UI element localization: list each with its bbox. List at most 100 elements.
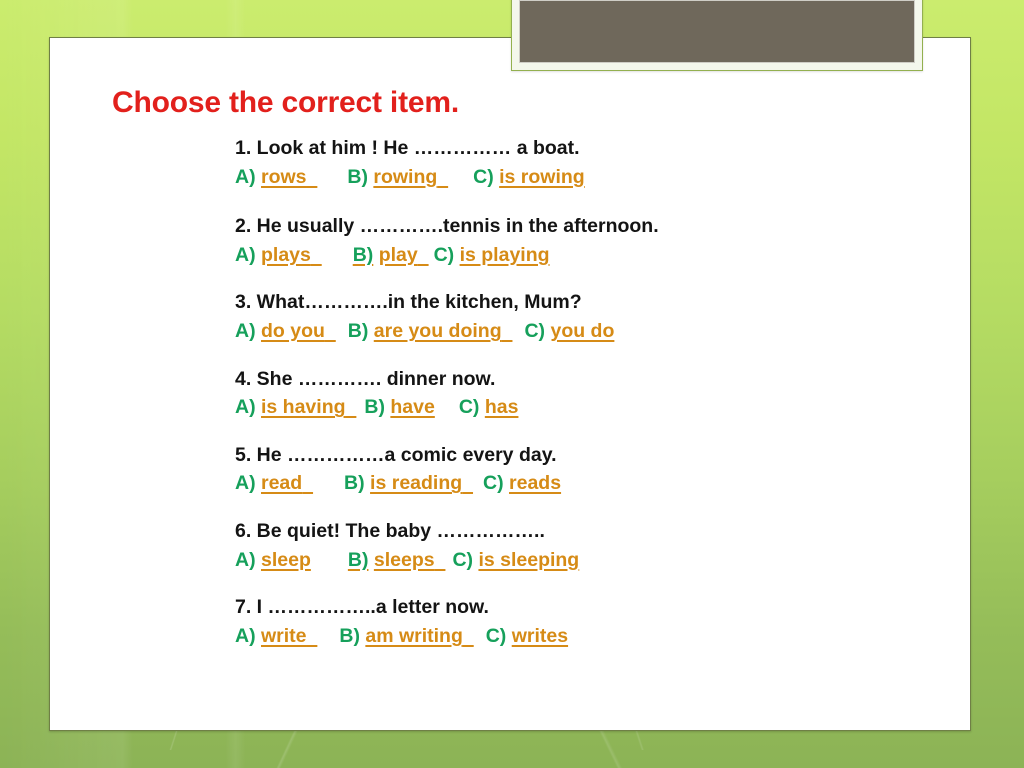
option-text: have — [390, 396, 435, 419]
option-text: sleeps — [373, 548, 435, 571]
option-label: B) — [352, 243, 374, 266]
option-underline-tail — [311, 244, 322, 267]
option-underline-tail — [307, 166, 318, 189]
option-label: B) — [339, 624, 360, 647]
option-text: write — [261, 624, 307, 647]
question-prompt: 7. I ……………..a letter now. — [235, 596, 489, 619]
option-text: is rowing — [499, 165, 585, 188]
option-c[interactable]: C) is rowing — [473, 166, 585, 189]
option-underline-tail — [502, 320, 513, 343]
option-label: C) — [485, 624, 507, 647]
option-underline-tail — [462, 472, 473, 495]
question-prompt: 3. What………….in the kitchen, Mum? — [235, 291, 582, 314]
option-b[interactable]: B) have — [364, 396, 434, 419]
option-label: B) — [347, 320, 369, 343]
option-a[interactable]: A) rows — [235, 166, 317, 189]
option-a[interactable]: A) write — [235, 625, 317, 648]
option-c[interactable]: C) writes — [486, 625, 568, 648]
question-block: 7. I ……………..a letter now. A) write B) am … — [235, 596, 935, 647]
question-list: 1. Look at him ! He …………… a boat. A) rows… — [235, 137, 935, 673]
option-label: C) — [483, 472, 504, 495]
option-b[interactable]: B) am writing — [339, 625, 473, 648]
option-c[interactable]: C) is playing — [434, 244, 550, 267]
slide-content-card: Choose the correct item. 1. Look at him … — [49, 37, 971, 731]
option-a[interactable]: A) read — [235, 472, 313, 495]
question-prompt: 4. She …………. dinner now. — [235, 367, 496, 390]
option-text: writes — [511, 624, 569, 647]
option-c[interactable]: C) reads — [483, 472, 561, 495]
question-prompt: 5. He ……………a comic every day. — [235, 443, 557, 466]
option-c[interactable]: C) you do — [524, 320, 614, 343]
option-text: is having — [261, 396, 346, 419]
question-block: 6. Be quiet! The baby …………….. A) sleep B) … — [235, 520, 935, 571]
option-underline-tail — [346, 396, 357, 419]
option-label: C) — [458, 396, 480, 419]
option-label: C) — [524, 320, 546, 343]
option-text: reads — [509, 472, 562, 495]
question-prompt: 2. He usually ………….tennis in the afterno… — [235, 215, 659, 238]
question-block: 5. He ……………a comic every day. A) read B) … — [235, 444, 935, 495]
option-text: sleep — [261, 548, 311, 571]
option-c[interactable]: C) is sleeping — [452, 549, 579, 572]
option-text: do you — [261, 320, 325, 343]
question-block: 1. Look at him ! He …………… a boat. A) rows… — [235, 137, 935, 188]
option-label: B) — [344, 472, 365, 495]
option-b[interactable]: B) are you doing — [348, 320, 513, 343]
option-c[interactable]: C) has — [459, 396, 519, 419]
option-label: A) — [235, 320, 256, 343]
image-placeholder-frame — [511, 0, 923, 71]
option-text: rows — [261, 165, 307, 188]
option-label: A) — [235, 624, 256, 647]
option-label: C) — [452, 548, 474, 571]
page-title: Choose the correct item. — [112, 86, 459, 119]
option-text: are you doing — [373, 320, 502, 343]
option-text: am writing — [365, 624, 463, 647]
option-label: A) — [235, 165, 256, 188]
question-options: A) sleep B) sleeps C) is sleeping — [235, 549, 935, 572]
question-prompt: 6. Be quiet! The baby …………….. — [235, 520, 545, 543]
image-placeholder — [519, 0, 915, 63]
option-underline-tail — [325, 320, 336, 343]
option-text: play — [378, 243, 418, 266]
question-options: A) plays B) play C) is playing — [235, 244, 935, 267]
option-label: A) — [235, 396, 256, 419]
option-underline-tail — [435, 549, 446, 572]
option-text: you do — [550, 320, 615, 343]
option-text: read — [261, 472, 303, 495]
question-block: 3. What………….in the kitchen, Mum? A) do yo… — [235, 291, 935, 342]
question-options: A) read B) is reading C) reads — [235, 472, 935, 495]
option-label: A) — [235, 472, 256, 495]
option-a[interactable]: A) is having — [235, 396, 356, 419]
option-underline-tail — [463, 625, 474, 648]
option-text: rowing — [373, 165, 438, 188]
option-b[interactable]: B) is reading — [344, 472, 473, 495]
question-options: A) do you B) are you doing C) you do — [235, 320, 935, 343]
question-options: A) rows B) rowing C) is rowing — [235, 166, 935, 189]
option-label: C) — [473, 165, 494, 188]
question-block: 2. He usually ………….tennis in the afterno… — [235, 215, 935, 266]
option-label: C) — [433, 243, 455, 266]
option-underline-tail — [307, 625, 318, 648]
option-underline-tail — [302, 472, 313, 495]
option-label: B) — [364, 396, 385, 419]
option-b[interactable]: B) sleeps — [348, 549, 446, 572]
option-b[interactable]: B) play — [353, 244, 429, 267]
option-a[interactable]: A) plays — [235, 244, 322, 267]
option-text: is sleeping — [478, 548, 580, 571]
option-a[interactable]: A) sleep — [235, 549, 311, 572]
option-text: is reading — [370, 472, 463, 495]
option-label: A) — [235, 243, 256, 266]
question-prompt: 1. Look at him ! He …………… a boat. — [235, 137, 580, 159]
option-underline-tail — [437, 166, 448, 189]
option-b[interactable]: B) rowing — [347, 166, 448, 189]
option-text: is playing — [459, 243, 550, 266]
question-block: 4. She …………. dinner now. A) is having B) … — [235, 368, 935, 419]
option-label: B) — [347, 548, 369, 571]
option-underline-tail — [418, 244, 429, 267]
question-options: A) is having B) have C) has — [235, 396, 935, 419]
option-a[interactable]: A) do you — [235, 320, 336, 343]
option-text: plays — [261, 243, 311, 266]
question-options: A) write B) am writing C) writes — [235, 625, 935, 648]
option-label: B) — [347, 165, 368, 188]
option-text: has — [484, 396, 519, 419]
